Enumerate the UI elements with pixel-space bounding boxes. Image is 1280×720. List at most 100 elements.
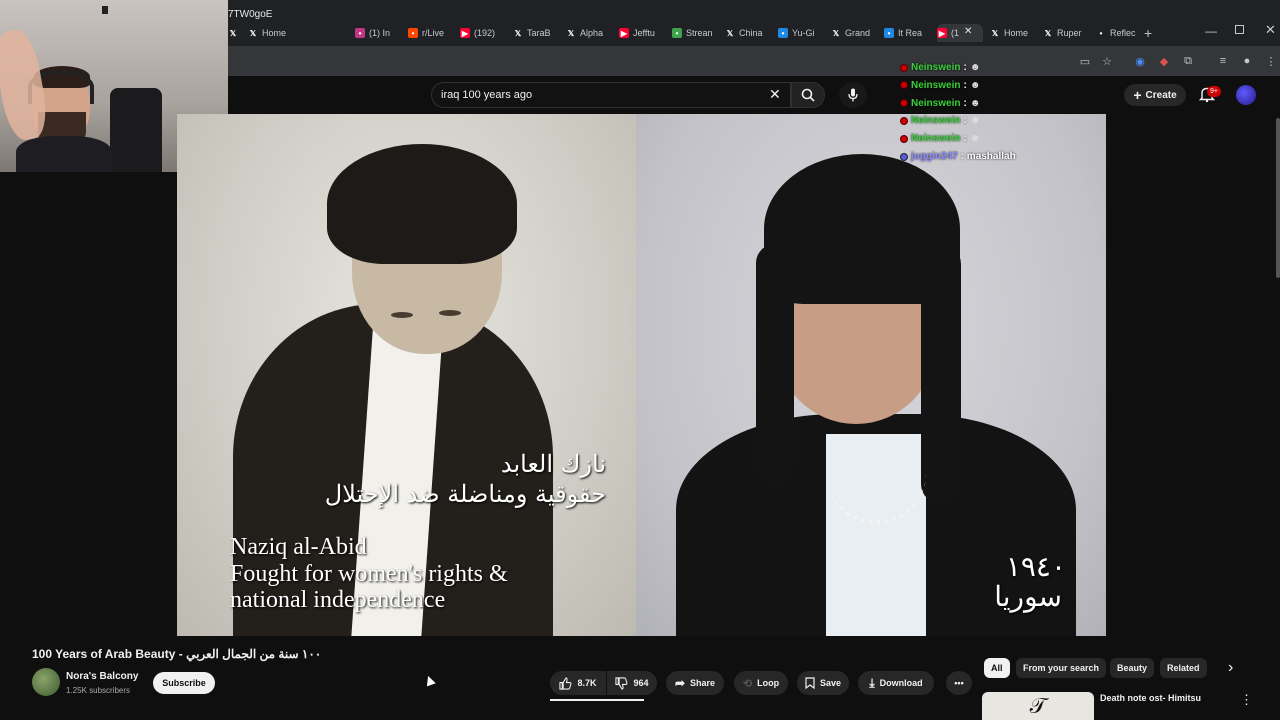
recommended-thumbnail[interactable]: 𝒯 <box>982 692 1094 720</box>
channel-name[interactable]: Nora's Balcony <box>66 671 138 682</box>
browser-tab[interactable]: 𝕏 Alpha <box>566 24 612 42</box>
chat-username: Neinswein <box>911 62 961 73</box>
save-button[interactable]: Save <box>797 671 849 695</box>
extension-icon[interactable]: ◆ <box>1157 54 1171 68</box>
browser-tab[interactable]: • It Rea <box>884 24 930 42</box>
voice-search-button[interactable] <box>839 82 867 108</box>
filter-chip[interactable]: Beauty <box>1110 658 1155 678</box>
model-scarf-left <box>756 244 794 484</box>
chat-username: Neinswein <box>911 133 961 145</box>
x-icon: 𝕏 <box>831 28 841 38</box>
account-avatar[interactable] <box>1236 85 1256 105</box>
chat-emote-icon: ☻ <box>969 115 981 127</box>
loop-label: Loop <box>757 678 780 688</box>
like-button[interactable]: 8.7K <box>550 671 606 695</box>
recommended-title[interactable]: Death note ost- Himitsu <box>1100 693 1201 703</box>
video-player[interactable]: نازك العابد حقوقية ومناضلة ضد الإحتلال N… <box>177 114 1106 636</box>
extensions-puzzle-icon[interactable]: ⧉ <box>1181 54 1195 68</box>
chat-emote-icon: ☻ <box>969 79 981 91</box>
video-title: 100 Years of Arab Beauty - ١٠٠ سنة من ال… <box>32 647 322 661</box>
page-scrollbar[interactable] <box>1276 118 1280 278</box>
notification-badge: 9+ <box>1207 86 1221 97</box>
extension-icon[interactable]: ◉ <box>1133 54 1147 68</box>
minimize-icon[interactable]: — <box>1205 24 1217 38</box>
caption-country: سوريا <box>994 580 1062 613</box>
search-query[interactable]: iraq 100 years ago <box>441 89 532 101</box>
browser-tab[interactable]: ▶ (192) <box>460 24 506 42</box>
more-horizontal-icon: ••• <box>954 678 964 688</box>
browser-tab[interactable]: • (1) In <box>355 24 401 42</box>
browser-tab[interactable]: • Strean <box>672 24 718 42</box>
tab-label: China <box>739 28 763 38</box>
chevron-right-icon[interactable]: › <box>1228 659 1233 677</box>
browser-tab[interactable]: 𝕏 TaraB <box>513 24 559 42</box>
reddit-icon: • <box>408 28 418 38</box>
browser-tab[interactable]: ▶ Jefftu <box>619 24 665 42</box>
download-label: Download <box>879 678 923 688</box>
download-icon: ⤓ <box>869 675 875 690</box>
caption-english-name: Naziq al-Abid <box>230 534 367 560</box>
tab-label: (1) In <box>369 28 391 38</box>
plus-icon: + <box>1133 87 1142 103</box>
bookmark-icon <box>805 677 815 689</box>
tab-label: It Rea <box>898 28 923 38</box>
more-menu-icon[interactable]: ⋮ <box>1264 54 1278 68</box>
tab-label: Jefftu <box>633 28 655 38</box>
browser-tab[interactable]: 𝕏 <box>228 24 244 42</box>
dislike-button[interactable]: 964 <box>607 671 657 695</box>
browser-tab[interactable]: 𝕏 Home <box>990 24 1036 42</box>
new-tab-icon[interactable]: + <box>1144 25 1152 41</box>
chat-text: : mashallah <box>960 151 1016 162</box>
tab-label: Home <box>262 28 287 38</box>
maximize-icon[interactable] <box>1235 25 1244 34</box>
reading-list-icon[interactable]: ≡ <box>1216 54 1230 68</box>
x-icon: 𝕏 <box>725 28 735 38</box>
subscribe-button[interactable]: Subscribe <box>153 672 215 694</box>
browser-tab[interactable]: • Reflec <box>1096 24 1142 42</box>
chat-text: : <box>963 62 967 73</box>
browser-tab[interactable]: ▶ (1 <box>937 24 983 42</box>
create-button[interactable]: + Create <box>1124 84 1186 106</box>
youtube-icon: ▶ <box>460 28 470 38</box>
share-button[interactable]: ➦ Share <box>666 671 724 695</box>
model-scarf-right <box>921 244 961 504</box>
browser-tab[interactable]: 𝕏 China <box>725 24 771 42</box>
search-button[interactable] <box>791 82 825 108</box>
chat-username: Neinswein <box>911 115 961 127</box>
browser-tab[interactable]: 𝕏 Grand <box>831 24 877 42</box>
like-count: 8.7K <box>577 678 597 688</box>
filter-chip[interactable]: Related <box>1160 658 1207 678</box>
x-icon: 𝕏 <box>248 28 258 38</box>
chair <box>110 88 162 172</box>
browser-tab[interactable]: • Yu-Gi <box>778 24 824 42</box>
download-button[interactable]: ⤓ Download <box>858 671 934 695</box>
youtube-icon: ▶ <box>619 28 629 38</box>
profile-icon[interactable]: ● <box>1240 54 1254 68</box>
historic-portrait-photo: نازك العابد حقوقية ومناضلة ضد الإحتلال N… <box>177 114 636 636</box>
browser-tab[interactable]: 𝕏 Home <box>248 24 294 42</box>
chat-text: : <box>963 133 967 145</box>
chat-badge-icon <box>900 63 908 72</box>
loop-button[interactable]: ⟲ Loop <box>734 671 788 695</box>
chart-icon: • <box>672 28 682 38</box>
recommended-more-icon[interactable]: ⋮ <box>1240 692 1253 708</box>
tab-label: Grand <box>845 28 871 38</box>
filter-chip[interactable]: All <box>984 658 1010 678</box>
browser-tab[interactable]: • r/Live <box>408 24 454 42</box>
clear-search-icon[interactable]: ✕ <box>769 86 781 103</box>
more-actions-button[interactable]: ••• <box>946 671 972 695</box>
mouse-cursor: ▲ <box>419 669 441 692</box>
modern-portrait-photo: ١٩٤٠ سوريا <box>636 114 1106 636</box>
bookmark-star-icon[interactable]: ☆ <box>1100 54 1114 68</box>
channel-avatar[interactable] <box>32 668 60 696</box>
filter-chip[interactable]: From your search <box>1016 658 1107 678</box>
close-window-icon[interactable]: ✕ <box>1265 22 1276 38</box>
like-ratio-bar <box>550 699 644 701</box>
tab-label: Ruper <box>1057 28 1082 38</box>
share-icon: ➦ <box>674 676 686 690</box>
close-tab-icon[interactable]: ✕ <box>964 26 972 37</box>
browser-tab[interactable]: 𝕏 Ruper <box>1043 24 1089 42</box>
chat-badge-icon <box>900 152 908 161</box>
address-url[interactable]: 7TW0goE <box>228 9 272 20</box>
cast-icon[interactable]: ▭ <box>1078 54 1092 68</box>
